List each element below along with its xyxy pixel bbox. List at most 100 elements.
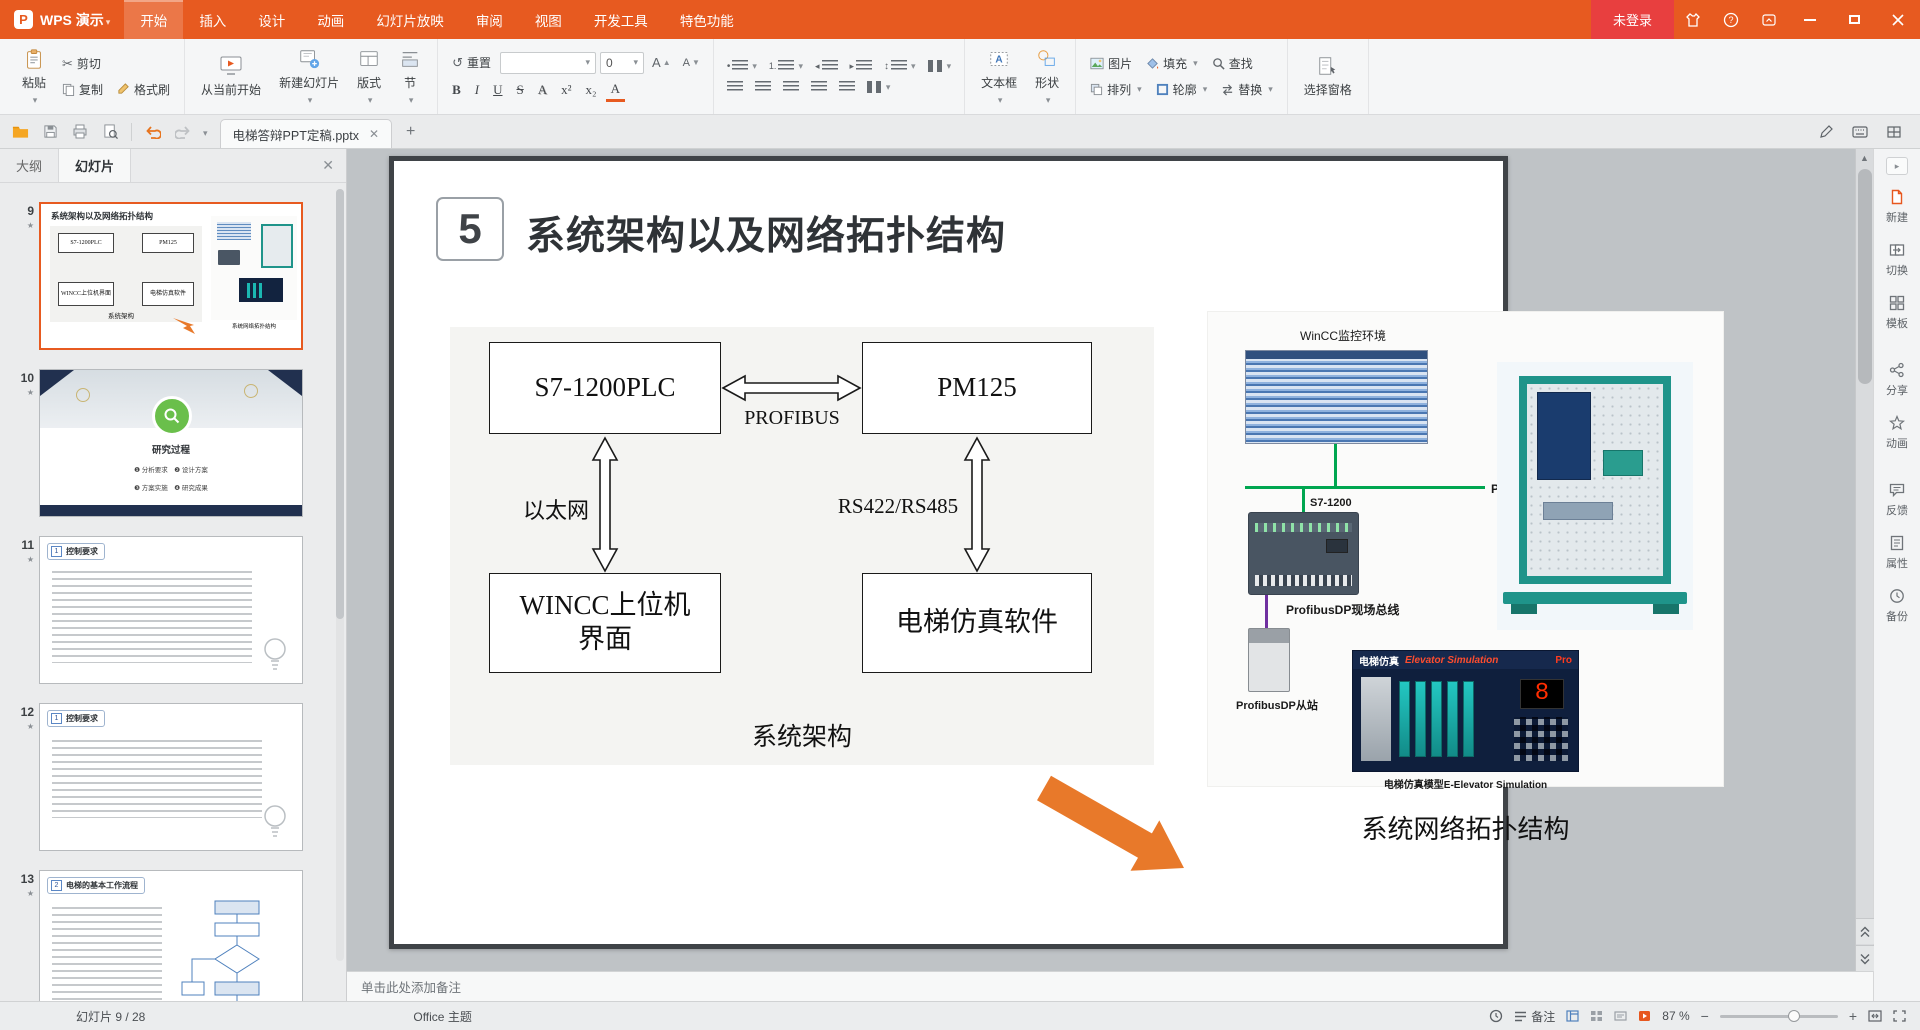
ink-pen-icon[interactable] — [1814, 120, 1838, 144]
tab-animation[interactable]: 动画 — [301, 0, 360, 39]
save-icon[interactable] — [38, 120, 62, 144]
fullscreen-icon[interactable] — [1893, 1010, 1906, 1022]
slide-thumbnail-12[interactable]: 1 控制要求 — [39, 703, 303, 851]
bullets-button[interactable]: • — [723, 58, 761, 74]
selection-pane-button[interactable]: 选择窗格 — [1297, 52, 1359, 101]
arrange-button[interactable]: 排列 — [1085, 79, 1147, 100]
increase-font-button[interactable]: A▲ — [648, 53, 675, 72]
collapse-ribbon-icon[interactable] — [1750, 0, 1788, 39]
cut-button[interactable]: ✂剪切 — [57, 53, 175, 74]
strikethrough-button[interactable]: S — [512, 80, 529, 100]
font-name-select[interactable] — [500, 52, 596, 74]
align-center-button[interactable] — [751, 79, 775, 95]
superscript-button[interactable]: x² — [556, 80, 576, 100]
section-button[interactable]: 节 — [392, 45, 428, 109]
orange-arrow[interactable] — [1034, 773, 1194, 883]
zoom-in-button[interactable]: + — [1849, 1008, 1857, 1024]
decrease-indent-button[interactable]: ◂ — [811, 58, 842, 74]
notes-toggle[interactable]: 备注 — [1514, 1008, 1555, 1025]
help-icon[interactable]: ? — [1712, 0, 1750, 39]
find-button[interactable]: 查找 — [1207, 53, 1258, 74]
replace-button[interactable]: 替换 — [1216, 79, 1278, 100]
document-tab[interactable]: 电梯答辩PPT定稿.pptx ✕ — [220, 119, 392, 148]
close-document-icon[interactable]: ✕ — [369, 127, 379, 141]
outline-button[interactable]: 轮廓 — [1151, 79, 1213, 100]
slide-9-editing-surface[interactable]: 5 系统架构以及网络拓扑结构 S7-1200PLC PM125 WINCC上位机… — [389, 156, 1508, 949]
sidebar-item-feedback[interactable]: 反馈 — [1886, 482, 1908, 518]
new-document-tab-button[interactable]: + — [398, 123, 423, 141]
close-panel-icon[interactable]: ✕ — [310, 157, 346, 174]
open-folder-icon[interactable] — [8, 120, 32, 144]
slide-sorter-icon[interactable] — [1590, 1010, 1603, 1022]
theme-name[interactable]: Office 主题 — [413, 1008, 471, 1025]
sidebar-item-transition[interactable]: 切换 — [1886, 242, 1908, 278]
scrollbar-thumb[interactable] — [1858, 169, 1872, 384]
play-from-current-button[interactable]: 从当前开始 — [194, 52, 268, 101]
subscript-button[interactable]: x₂ — [581, 80, 602, 100]
new-slide-button[interactable]: 新建幻灯片 — [272, 45, 346, 109]
canvas-scrollbar[interactable]: ▲ — [1855, 149, 1873, 971]
align-right-button[interactable] — [779, 79, 803, 95]
font-color-button[interactable]: A — [606, 79, 625, 102]
format-painter-button[interactable]: 格式刷 — [112, 79, 175, 100]
undo-history-dropdown[interactable] — [201, 125, 208, 139]
textbox-button[interactable]: A 文本框 — [974, 45, 1024, 109]
tab-features[interactable]: 特色功能 — [664, 0, 750, 39]
collapse-sidebar-icon[interactable]: ▸ — [1886, 157, 1908, 175]
italic-button[interactable]: I — [470, 80, 484, 100]
zoom-out-button[interactable]: − — [1701, 1008, 1709, 1024]
print-icon[interactable] — [68, 120, 92, 144]
fill-button[interactable]: 填充 — [1141, 53, 1203, 74]
redo-icon[interactable] — [171, 120, 195, 144]
copy-button[interactable]: 复制 — [57, 79, 108, 100]
sidebar-item-share[interactable]: 分享 — [1886, 362, 1908, 398]
topology-caption[interactable]: 系统网络拓扑结构 — [1207, 809, 1724, 846]
outline-tab[interactable]: 大纲 — [0, 149, 58, 182]
topology-figure[interactable]: WinCC监控环境 Profinet工业以太网 S7-1200 Profibus… — [1207, 311, 1724, 787]
fit-slide-icon[interactable] — [1868, 1010, 1882, 1022]
notes-area[interactable]: 单击此处添加备注 — [347, 971, 1873, 1001]
slide-thumbnail-9[interactable]: 系统架构以及网络拓扑结构 S7-1200PLC PM125 WINCC上位机界面… — [39, 202, 303, 350]
tab-devtools[interactable]: 开发工具 — [578, 0, 664, 39]
undo-icon[interactable] — [141, 120, 165, 144]
login-button[interactable]: 未登录 — [1591, 0, 1674, 39]
slide-thumbnail-10[interactable]: 研究过程 ❶ 分析要求 ❷ 设计方案 ❸ 方案实施 ❹ 研究成果 — [39, 369, 303, 517]
distribute-button[interactable] — [835, 79, 859, 95]
tab-home[interactable]: 开始 — [124, 0, 183, 39]
minimize-button[interactable] — [1788, 0, 1832, 39]
thumbnail-scrollbar[interactable] — [336, 189, 344, 961]
slide-thumbnail-11[interactable]: 1 控制要求 — [39, 536, 303, 684]
numbering-button[interactable]: 1. — [765, 58, 807, 74]
previous-slide-button[interactable] — [1856, 918, 1874, 944]
maximize-button[interactable] — [1832, 0, 1876, 39]
window-layout-icon[interactable] — [1882, 120, 1906, 144]
skin-icon[interactable] — [1674, 0, 1712, 39]
keyboard-icon[interactable] — [1848, 120, 1872, 144]
paste-button[interactable]: 粘贴 — [15, 45, 53, 109]
slide-canvas[interactable]: 5 系统架构以及网络拓扑结构 S7-1200PLC PM125 WINCC上位机… — [347, 149, 1855, 971]
sidebar-item-new[interactable]: 新建 — [1886, 189, 1908, 225]
line-spacing-button[interactable]: ↕ — [880, 58, 920, 74]
bold-button[interactable]: B — [447, 80, 466, 100]
underline-button[interactable]: U — [488, 80, 507, 100]
sidebar-item-animation[interactable]: 动画 — [1886, 415, 1908, 451]
sidebar-item-template[interactable]: 模板 — [1886, 295, 1908, 331]
close-button[interactable] — [1876, 0, 1920, 39]
text-shadow-button[interactable]: A — [533, 80, 552, 100]
zoom-value[interactable]: 87 % — [1662, 1009, 1689, 1023]
scrollbar-thumb[interactable] — [336, 189, 344, 619]
sidebar-item-properties[interactable]: 属性 — [1886, 535, 1908, 571]
scroll-up-icon[interactable]: ▲ — [1856, 149, 1873, 167]
slide-thumbnail-13[interactable]: 2 电梯的基本工作流程 — [39, 870, 303, 1001]
history-icon[interactable] — [1489, 1009, 1503, 1023]
architecture-diagram[interactable]: S7-1200PLC PM125 WINCC上位机界面 电梯仿真软件 PROFI… — [450, 327, 1154, 765]
app-logo[interactable]: P WPS 演示 — [0, 0, 124, 39]
normal-view-icon[interactable] — [1566, 1010, 1579, 1022]
tab-design[interactable]: 设计 — [242, 0, 301, 39]
print-preview-icon[interactable] — [98, 120, 122, 144]
tab-slideshow[interactable]: 幻灯片放映 — [360, 0, 460, 39]
increase-indent-button[interactable]: ▸ — [846, 58, 877, 74]
text-direction-button[interactable] — [924, 58, 956, 74]
tab-insert[interactable]: 插入 — [183, 0, 242, 39]
columns-button[interactable] — [863, 79, 895, 95]
